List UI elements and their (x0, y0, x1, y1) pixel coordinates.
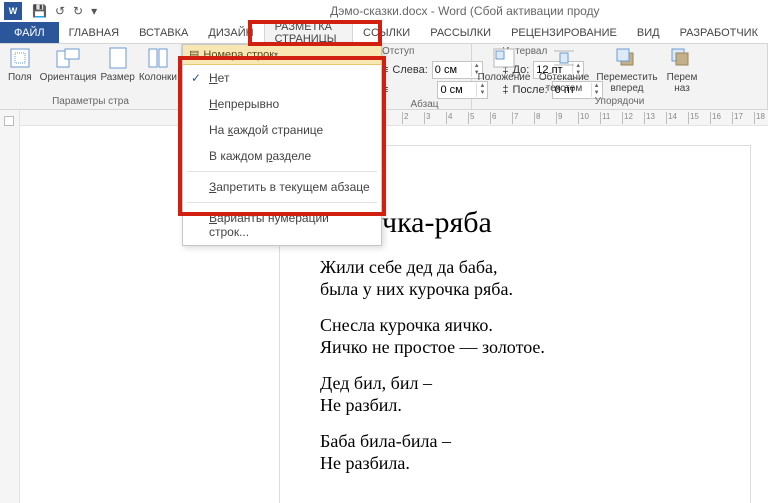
size-button[interactable]: Размер (100, 46, 134, 83)
tab-file[interactable]: ФАЙЛ (0, 22, 59, 43)
window-title: Дэмо-сказки.docx - Word (Сбой активации … (330, 4, 599, 18)
doc-stanza[interactable]: Дед бил, бил –Не разбил. (320, 372, 710, 416)
tab-developer[interactable]: РАЗРАБОТЧИК (670, 22, 768, 43)
margins-button[interactable]: Поля (4, 46, 36, 83)
menu-item-3[interactable]: В каждом разделе (183, 143, 381, 169)
doc-line[interactable]: была у них курочка ряба. (320, 278, 710, 300)
qat-more-icon[interactable]: ▾ (91, 4, 97, 18)
menu-item-0[interactable]: Нет (183, 65, 381, 91)
backward-label: Перем наз (662, 72, 702, 94)
tab-design[interactable]: ДИЗАЙН (198, 22, 263, 43)
size-label: Размер (100, 72, 134, 83)
indent-left-input[interactable] (433, 64, 471, 76)
tab-review[interactable]: РЕЦЕНЗИРОВАНИЕ (501, 22, 627, 43)
orientation-button[interactable]: Ориентация (40, 46, 97, 83)
menu-item-5[interactable]: Варианты нумерации строк... (183, 205, 381, 245)
doc-line[interactable]: Не разбила. (320, 452, 710, 474)
ribbon-tabs: ФАЙЛ ГЛАВНАЯ ВСТАВКА ДИЗАЙН РАЗМЕТКА СТР… (0, 22, 768, 44)
ruler-marker-icon (4, 116, 14, 126)
group-page-setup: Поля Ориентация Размер Колонки Параметры… (0, 44, 182, 109)
menu-item-1[interactable]: Непрерывно (183, 91, 381, 117)
wrap-icon (550, 46, 578, 70)
columns-label: Колонки (139, 72, 177, 83)
forward-label: Переместить вперед (596, 72, 658, 94)
group-page-setup-label: Параметры стра (4, 96, 177, 109)
columns-icon (144, 46, 172, 70)
doc-line[interactable]: Дед бил, бил – (320, 372, 710, 394)
group-arrange: Положение Обтекание текстом Переместить … (472, 44, 768, 109)
position-icon (490, 46, 518, 70)
line-numbers-icon: ▤ (189, 48, 199, 61)
indent-right-icon: ≡ (382, 84, 388, 96)
tab-page-layout[interactable]: РАЗМЕТКА СТРАНИЦЫ (264, 22, 353, 44)
send-backward-button[interactable]: Перем наз (662, 46, 702, 94)
orientation-icon (54, 46, 82, 70)
indent-left-label: Слева: (392, 64, 427, 76)
undo-icon[interactable]: ↺ (55, 4, 65, 18)
menu-item-2[interactable]: На каждой странице (183, 117, 381, 143)
tab-references[interactable]: ССЫЛКИ (353, 22, 420, 43)
line-numbers-header-label: Номера строк (203, 49, 274, 61)
position-button[interactable]: Положение (476, 46, 532, 83)
workspace: 1234567891011121314151617181920 Курочка-… (0, 110, 768, 503)
tab-mailings[interactable]: РАССЫЛКИ (420, 22, 501, 43)
doc-stanza[interactable]: Снесла курочка яичко.Яичко не простое — … (320, 314, 710, 358)
position-label: Положение (478, 72, 531, 83)
forward-icon (613, 46, 641, 70)
indent-left-icon: ≡ (382, 64, 388, 76)
backward-icon (668, 46, 696, 70)
indent-right-input[interactable] (438, 84, 476, 96)
bring-forward-button[interactable]: Переместить вперед (596, 46, 658, 94)
horizontal-ruler: 1234567891011121314151617181920 (20, 110, 768, 126)
orientation-label: Ориентация (40, 72, 97, 83)
menu-item-4[interactable]: Запретить в текущем абзаце (183, 174, 381, 200)
doc-line[interactable]: Яичко не простое — золотое. (320, 336, 710, 358)
document-area: 1234567891011121314151617181920 Курочка-… (20, 110, 768, 503)
doc-stanza[interactable]: Баба била-била –Не разбила. (320, 430, 710, 474)
quick-access-toolbar: 💾 ↺ ↻ ▾ (32, 4, 97, 18)
save-icon[interactable]: 💾 (32, 4, 47, 18)
line-numbers-menu: ▤ Номера строк НетНепрерывноНа каждой ст… (182, 44, 382, 246)
line-numbers-menu-header[interactable]: ▤ Номера строк (183, 45, 381, 65)
doc-line[interactable]: Не разбил. (320, 394, 710, 416)
tab-view[interactable]: ВИД (627, 22, 670, 43)
title-bar: W 💾 ↺ ↻ ▾ Дэмо-сказки.docx - Word (Сбой … (0, 0, 768, 22)
margins-icon (6, 46, 34, 70)
ribbon: Поля Ориентация Размер Колонки Параметры… (0, 44, 768, 110)
tab-home[interactable]: ГЛАВНАЯ (59, 22, 129, 43)
app-icon: W (4, 2, 22, 20)
wrap-label: Обтекание текстом (536, 72, 592, 94)
redo-icon[interactable]: ↻ (73, 4, 83, 18)
columns-button[interactable]: Колонки (139, 46, 177, 83)
doc-line[interactable]: Баба била-била – (320, 430, 710, 452)
group-arrange-label: Упорядочи (476, 96, 763, 109)
doc-stanza[interactable]: Жили себе дед да баба,была у них курочка… (320, 256, 710, 300)
size-icon (104, 46, 132, 70)
margins-label: Поля (8, 72, 32, 83)
doc-line[interactable]: Жили себе дед да баба, (320, 256, 710, 278)
doc-line[interactable]: Снесла курочка яичко. (320, 314, 710, 336)
tab-insert[interactable]: ВСТАВКА (129, 22, 198, 43)
vertical-ruler (0, 110, 20, 503)
wrap-text-button[interactable]: Обтекание текстом (536, 46, 592, 94)
